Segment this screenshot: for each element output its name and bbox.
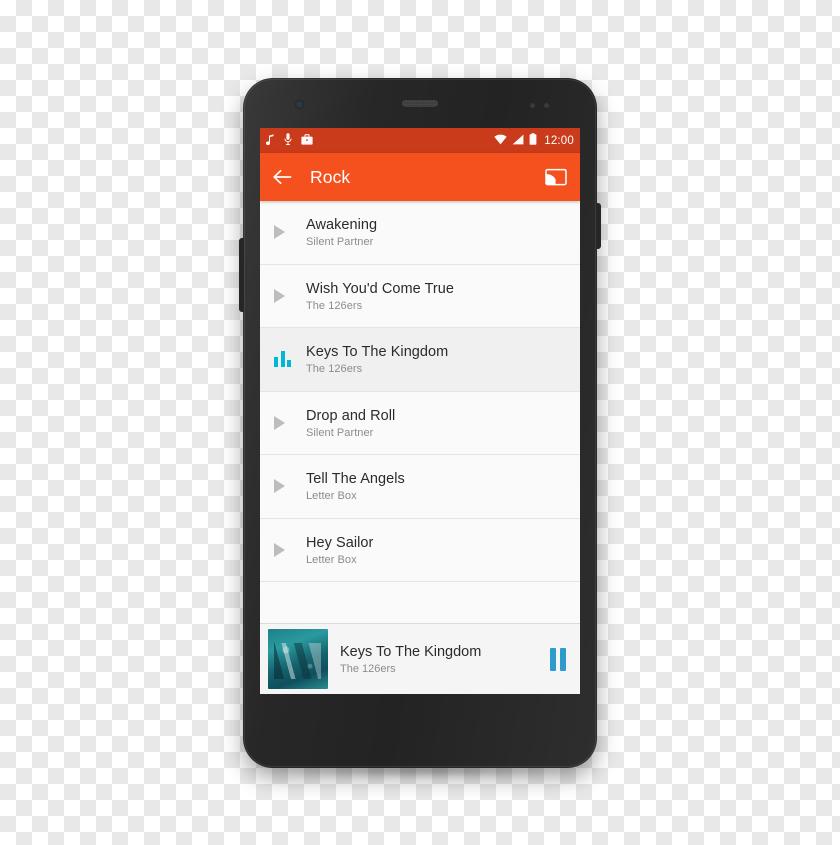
now-playing-bar[interactable]: Keys To The Kingdom The 126ers xyxy=(260,623,580,694)
track-text: Tell The Angels Letter Box xyxy=(306,470,405,502)
app-bar: Rock xyxy=(260,153,580,201)
microphone-icon xyxy=(284,133,292,148)
track-text: Wish You'd Come True The 126ers xyxy=(306,280,454,312)
briefcase-icon xyxy=(301,133,313,148)
track-title: Drop and Roll xyxy=(306,407,396,424)
track-title: Hey Sailor xyxy=(306,534,374,551)
signal-icon xyxy=(512,134,524,148)
track-artist: Letter Box xyxy=(306,490,357,503)
phone-device: 12:00 Rock Awakening Silent Partner Wish… xyxy=(239,78,601,768)
track-text: Keys To The Kingdom The 126ers xyxy=(306,343,448,375)
album-art-thumbnail xyxy=(268,629,328,689)
track-artist: The 126ers xyxy=(306,363,363,376)
track-row[interactable]: Tell The Angels Letter Box xyxy=(260,455,580,519)
track-title: Awakening xyxy=(306,217,378,234)
page-title: Rock xyxy=(310,166,351,187)
play-icon[interactable] xyxy=(272,542,306,557)
equalizer-icon[interactable] xyxy=(272,351,306,368)
wifi-icon xyxy=(494,134,507,148)
now-playing-artist: The 126ers xyxy=(340,663,396,676)
track-artist: Letter Box xyxy=(306,553,357,566)
track-row[interactable]: Awakening Silent Partner xyxy=(260,201,580,265)
screenshot-canvas: 12:00 Rock Awakening Silent Partner Wish… xyxy=(0,0,840,845)
proximity-sensor-icon xyxy=(530,103,535,108)
track-artist: Silent Partner xyxy=(306,426,374,439)
track-text: Drop and Roll Silent Partner xyxy=(306,407,395,439)
pause-icon[interactable] xyxy=(550,647,566,671)
track-row[interactable]: Keys To The Kingdom The 126ers xyxy=(260,328,580,392)
front-camera-lens xyxy=(295,100,304,109)
cast-icon[interactable] xyxy=(544,166,568,188)
now-playing-text: Keys To The Kingdom The 126ers xyxy=(340,643,550,675)
battery-icon xyxy=(529,133,537,148)
play-icon[interactable] xyxy=(272,415,306,430)
play-icon[interactable] xyxy=(272,479,306,494)
status-bar: 12:00 xyxy=(260,128,580,153)
now-playing-title: Keys To The Kingdom xyxy=(340,643,482,660)
light-sensor-icon xyxy=(544,103,549,108)
arrow-left-icon[interactable] xyxy=(272,166,294,188)
track-list[interactable]: Awakening Silent Partner Wish You'd Come… xyxy=(260,201,580,623)
track-text: Hey Sailor Letter Box xyxy=(306,534,373,566)
music-note-icon xyxy=(266,133,275,148)
phone-screen: 12:00 Rock Awakening Silent Partner Wish… xyxy=(260,128,580,694)
track-title: Wish You'd Come True xyxy=(306,280,455,297)
status-bar-system-icons: 12:00 xyxy=(494,133,574,148)
earpiece-speaker xyxy=(402,100,438,107)
status-bar-clock: 12:00 xyxy=(544,134,574,147)
play-icon[interactable] xyxy=(272,288,306,303)
track-row[interactable]: Hey Sailor Letter Box xyxy=(260,518,580,582)
volume-rocker-button[interactable] xyxy=(239,238,244,312)
track-artist: The 126ers xyxy=(306,299,363,312)
play-icon[interactable] xyxy=(272,225,306,240)
track-artist: Silent Partner xyxy=(306,236,374,249)
track-row[interactable]: Drop and Roll Silent Partner xyxy=(260,391,580,455)
track-title: Tell The Angels xyxy=(306,471,405,488)
track-text: Awakening Silent Partner xyxy=(306,216,377,248)
track-row[interactable]: Wish You'd Come True The 126ers xyxy=(260,264,580,328)
track-title: Keys To The Kingdom xyxy=(306,344,449,361)
power-button[interactable] xyxy=(596,203,601,249)
status-bar-notification-icons xyxy=(266,133,313,148)
